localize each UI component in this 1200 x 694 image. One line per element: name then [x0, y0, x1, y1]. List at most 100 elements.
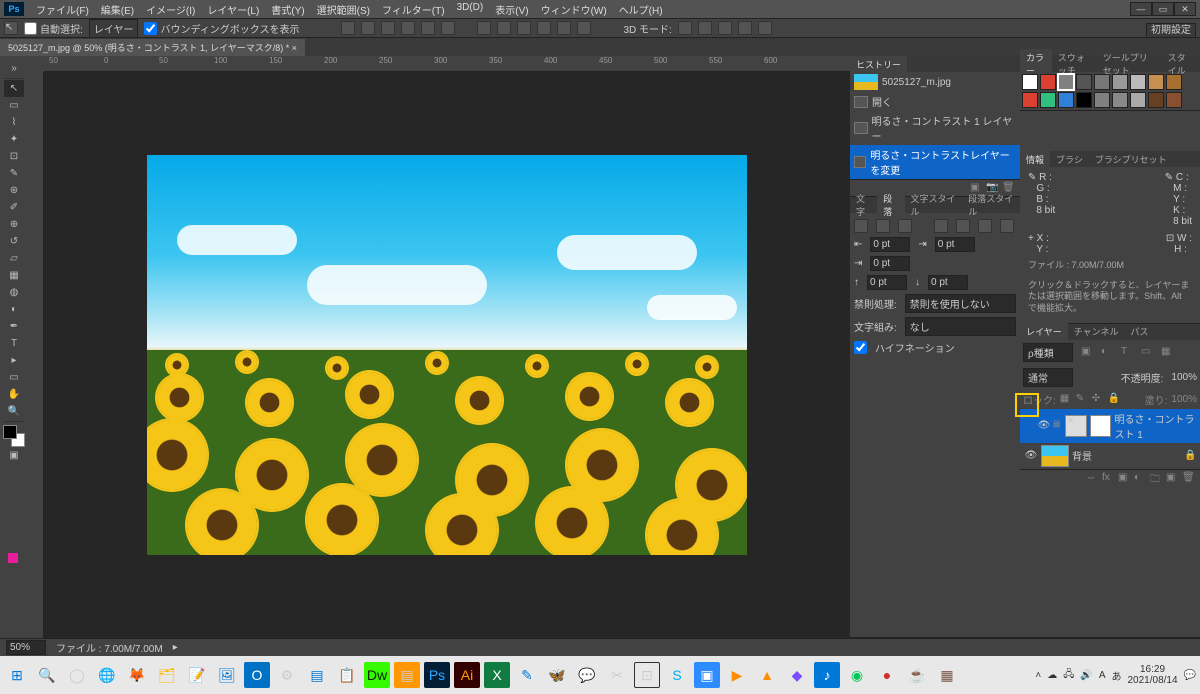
- lock-position-icon[interactable]: ✎: [1076, 393, 1088, 405]
- menu-type[interactable]: 書式(Y): [265, 0, 310, 19]
- app-icon[interactable]: ☕: [904, 662, 930, 688]
- app-icon[interactable]: ✂: [604, 662, 630, 688]
- filter-shape-icon[interactable]: ▭: [1141, 346, 1153, 358]
- space-before-input[interactable]: [867, 275, 907, 290]
- vlc-icon[interactable]: ▲: [754, 662, 780, 688]
- tab-paths[interactable]: パス: [1124, 323, 1154, 340]
- layer-style-icon[interactable]: fx: [1102, 472, 1116, 484]
- blend-mode-select[interactable]: 通常: [1023, 368, 1073, 387]
- menu-layer[interactable]: レイヤー(L): [201, 0, 265, 19]
- group-icon[interactable]: 🗀: [1150, 472, 1164, 484]
- chevron-right-icon[interactable]: ▸: [173, 642, 178, 653]
- swatch[interactable]: [1094, 74, 1110, 90]
- tray-network-icon[interactable]: 🖧: [1063, 667, 1074, 684]
- menu-help[interactable]: ヘルプ(H): [613, 0, 669, 19]
- minimize-button[interactable]: —: [1130, 2, 1152, 16]
- fill-value[interactable]: 100%: [1171, 394, 1197, 405]
- zoom-input[interactable]: [6, 640, 46, 655]
- swatch[interactable]: [1148, 92, 1164, 108]
- tab-character[interactable]: 文字: [850, 190, 877, 220]
- tab-brush-preset2[interactable]: ブラシプリセット: [1089, 151, 1173, 168]
- app-icon[interactable]: ⊡: [634, 662, 660, 688]
- lasso-tool[interactable]: ⌇: [4, 114, 24, 131]
- swatch[interactable]: [1130, 92, 1146, 108]
- dodge-tool[interactable]: ◐: [4, 301, 24, 318]
- photos-icon[interactable]: 🖼: [214, 662, 240, 688]
- tray-volume-icon[interactable]: 🔊: [1080, 670, 1092, 681]
- swatch[interactable]: [1130, 74, 1146, 90]
- menu-edit[interactable]: 編集(E): [95, 0, 140, 19]
- outlook-icon[interactable]: O: [244, 662, 270, 688]
- layer-name[interactable]: 背景: [1072, 448, 1092, 463]
- layer-name[interactable]: 明るさ・コントラスト 1: [1114, 411, 1196, 441]
- app-icon[interactable]: 📋: [334, 662, 360, 688]
- align-icon[interactable]: [381, 21, 395, 35]
- maximize-button[interactable]: ▭: [1152, 2, 1174, 16]
- zoom-icon[interactable]: ▣: [694, 662, 720, 688]
- menu-filter[interactable]: フィルター(T): [376, 0, 451, 19]
- align-icon[interactable]: [441, 21, 455, 35]
- eyedropper-tool[interactable]: ✎: [4, 165, 24, 182]
- document-tab[interactable]: 5025127_m.jpg @ 50% (明るさ・コントラスト 1, レイヤーマ…: [0, 39, 305, 56]
- 3d-mode-icon[interactable]: [718, 21, 732, 35]
- show-transform-check[interactable]: バウンディングボックスを表示: [144, 21, 299, 36]
- swatch[interactable]: [1040, 92, 1056, 108]
- tab-layers[interactable]: レイヤー: [1020, 323, 1068, 340]
- history-brush-tool[interactable]: ↺: [4, 233, 24, 250]
- distribute-icon[interactable]: [497, 21, 511, 35]
- layer-mask-thumb[interactable]: [1090, 415, 1112, 437]
- app-icon[interactable]: 💬: [574, 662, 600, 688]
- workspace-select[interactable]: 初期設定: [1146, 23, 1196, 38]
- justify-icon[interactable]: [934, 219, 948, 233]
- tray-clock[interactable]: 16:29 2021/08/14: [1127, 664, 1177, 686]
- adjustment-layer-icon[interactable]: ◐: [1134, 472, 1148, 484]
- app-icon[interactable]: ▤: [304, 662, 330, 688]
- justify-icon[interactable]: [1000, 219, 1014, 233]
- menu-file[interactable]: ファイル(F): [30, 0, 95, 19]
- illustrator-icon[interactable]: Ai: [454, 662, 480, 688]
- workspace-switcher[interactable]: 初期設定: [1146, 21, 1196, 36]
- menu-image[interactable]: イメージ(I): [140, 0, 201, 19]
- new-layer-icon[interactable]: ▣: [1166, 472, 1180, 484]
- swatch[interactable]: [1112, 92, 1128, 108]
- hand-tool[interactable]: ✋: [4, 386, 24, 403]
- swatch[interactable]: [1022, 74, 1038, 90]
- notification-icon[interactable]: 💬: [1184, 670, 1196, 681]
- search-icon[interactable]: 🔍: [34, 662, 60, 688]
- distribute-icon[interactable]: [517, 21, 531, 35]
- swatch[interactable]: [1022, 92, 1038, 108]
- tray-ime-a[interactable]: A: [1099, 670, 1106, 681]
- move-tool[interactable]: ↖: [4, 80, 24, 97]
- excel-icon[interactable]: X: [484, 662, 510, 688]
- auto-select-checkbox[interactable]: [24, 22, 37, 35]
- photoshop-icon[interactable]: Ps: [424, 662, 450, 688]
- settings-icon[interactable]: ⚙: [274, 662, 300, 688]
- color-swatches[interactable]: [3, 425, 25, 447]
- brush-tool[interactable]: ✐: [4, 199, 24, 216]
- rectangle-tool[interactable]: ▭: [4, 369, 24, 386]
- distribute-icon[interactable]: [577, 21, 591, 35]
- tab-brush[interactable]: ブラシ: [1050, 151, 1089, 168]
- auto-select-target[interactable]: レイヤー: [89, 19, 139, 38]
- link-layers-icon[interactable]: ⇔: [1086, 472, 1100, 484]
- justify-icon[interactable]: [978, 219, 992, 233]
- first-line-input[interactable]: [870, 256, 910, 271]
- history-step[interactable]: 明るさ・コントラストレイヤーを変更: [850, 145, 1020, 179]
- menu-3d[interactable]: 3D(D): [451, 0, 490, 19]
- menu-window[interactable]: ウィンドウ(W): [535, 0, 613, 19]
- tray-ime-kana[interactable]: あ: [1111, 668, 1121, 683]
- layer-row-background[interactable]: 👁 背景 🔒: [1020, 443, 1200, 469]
- start-button[interactable]: ⊞: [4, 662, 30, 688]
- opacity-value[interactable]: 100%: [1171, 372, 1197, 383]
- tab-channels[interactable]: チャンネル: [1068, 323, 1125, 340]
- magic-wand-tool[interactable]: ✦: [4, 131, 24, 148]
- swatch[interactable]: [1148, 74, 1164, 90]
- distribute-icon[interactable]: [537, 21, 551, 35]
- menu-view[interactable]: 表示(V): [489, 0, 534, 19]
- indent-right-input[interactable]: [935, 237, 975, 252]
- task-view-icon[interactable]: ◯: [64, 662, 90, 688]
- music-icon[interactable]: ♪: [814, 662, 840, 688]
- align-icon[interactable]: [401, 21, 415, 35]
- path-selection-tool[interactable]: ▸: [4, 352, 24, 369]
- app-icon[interactable]: ▦: [934, 662, 960, 688]
